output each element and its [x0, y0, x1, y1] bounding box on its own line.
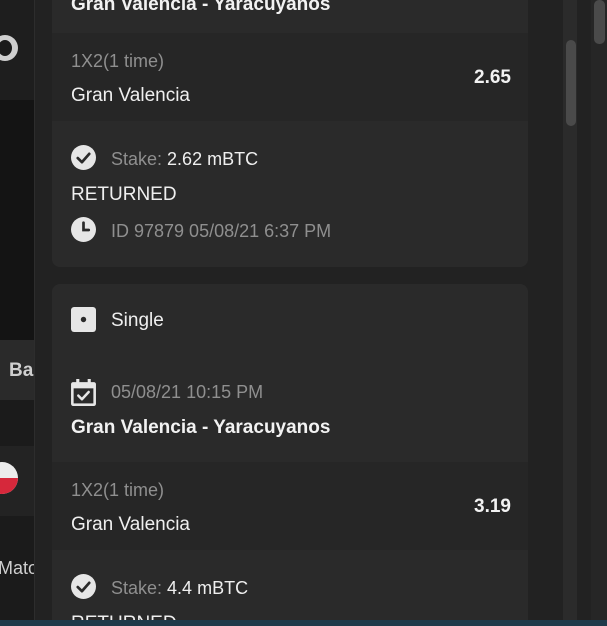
- bet-status: RETURNED: [71, 184, 177, 205]
- check-circle-icon: [71, 145, 96, 170]
- bet-id-time: ID 97879 05/08/21 6:37 PM: [111, 221, 332, 241]
- stake-value: 2.62 mBTC: [167, 149, 259, 169]
- stake-line: Stake: 4.4 mBTC: [111, 578, 248, 599]
- event-section: 05/08/21 10:15 PM Gran Valencia - Yaracu…: [52, 356, 528, 462]
- stake-label: Stake:: [111, 578, 163, 598]
- selection-section: 1X2(1 time) Gran Valencia 2.65: [52, 33, 528, 121]
- page-scrollbar-thumb[interactable]: [594, 0, 605, 44]
- bet-card-header: Gran Valencia - Yaracuyanos: [52, 0, 528, 33]
- calendar-check-icon: [71, 379, 96, 406]
- bet-card: Gran Valencia - Yaracuyanos 1X2(1 time) …: [52, 0, 528, 267]
- bet-footer: Stake: 4.4 mBTC RETURNED: [52, 550, 528, 626]
- background-panel: [0, 100, 34, 340]
- odds-value: 2.65: [474, 67, 511, 88]
- background-label-2: Mato: [0, 558, 39, 578]
- event-date: 05/08/21 10:15 PM: [111, 382, 264, 402]
- panel-scrollbar-thumb[interactable]: [566, 40, 576, 126]
- bet-card-header: Single: [52, 284, 528, 356]
- bet-footer: Stake: 2.62 mBTC RETURNED ID 97879 05/08…: [52, 121, 528, 267]
- background-page: Ba Mato: [0, 0, 38, 626]
- selection-section: 1X2(1 time) Gran Valencia 3.19: [52, 462, 528, 550]
- selection-label: Gran Valencia: [71, 85, 190, 106]
- match-name[interactable]: Gran Valencia - Yaracuyanos: [71, 0, 330, 16]
- market-label: 1X2(1 time): [71, 480, 165, 500]
- odds-value: 3.19: [474, 496, 511, 517]
- selection-label: Gran Valencia: [71, 514, 190, 535]
- page-scrollbar-track[interactable]: [591, 0, 607, 626]
- match-name[interactable]: Gran Valencia - Yaracuyanos: [71, 417, 330, 439]
- stake-label: Stake:: [111, 149, 163, 169]
- market-label: 1X2(1 time): [71, 51, 165, 71]
- bet-card: Single 05/08/21 10:15 PM Gran Valencia -…: [52, 284, 528, 626]
- background-label: Ba: [9, 360, 34, 381]
- bottom-bar: [0, 620, 607, 626]
- stake-line: Stake: 2.62 mBTC: [111, 149, 258, 170]
- dice-icon: [71, 307, 96, 332]
- clock-icon: [71, 217, 96, 242]
- bet-type: Single: [111, 310, 164, 331]
- check-circle-icon: [71, 574, 96, 599]
- bet-history-panel: Gran Valencia - Yaracuyanos 1X2(1 time) …: [34, 0, 607, 626]
- stake-value: 4.4 mBTC: [167, 578, 249, 598]
